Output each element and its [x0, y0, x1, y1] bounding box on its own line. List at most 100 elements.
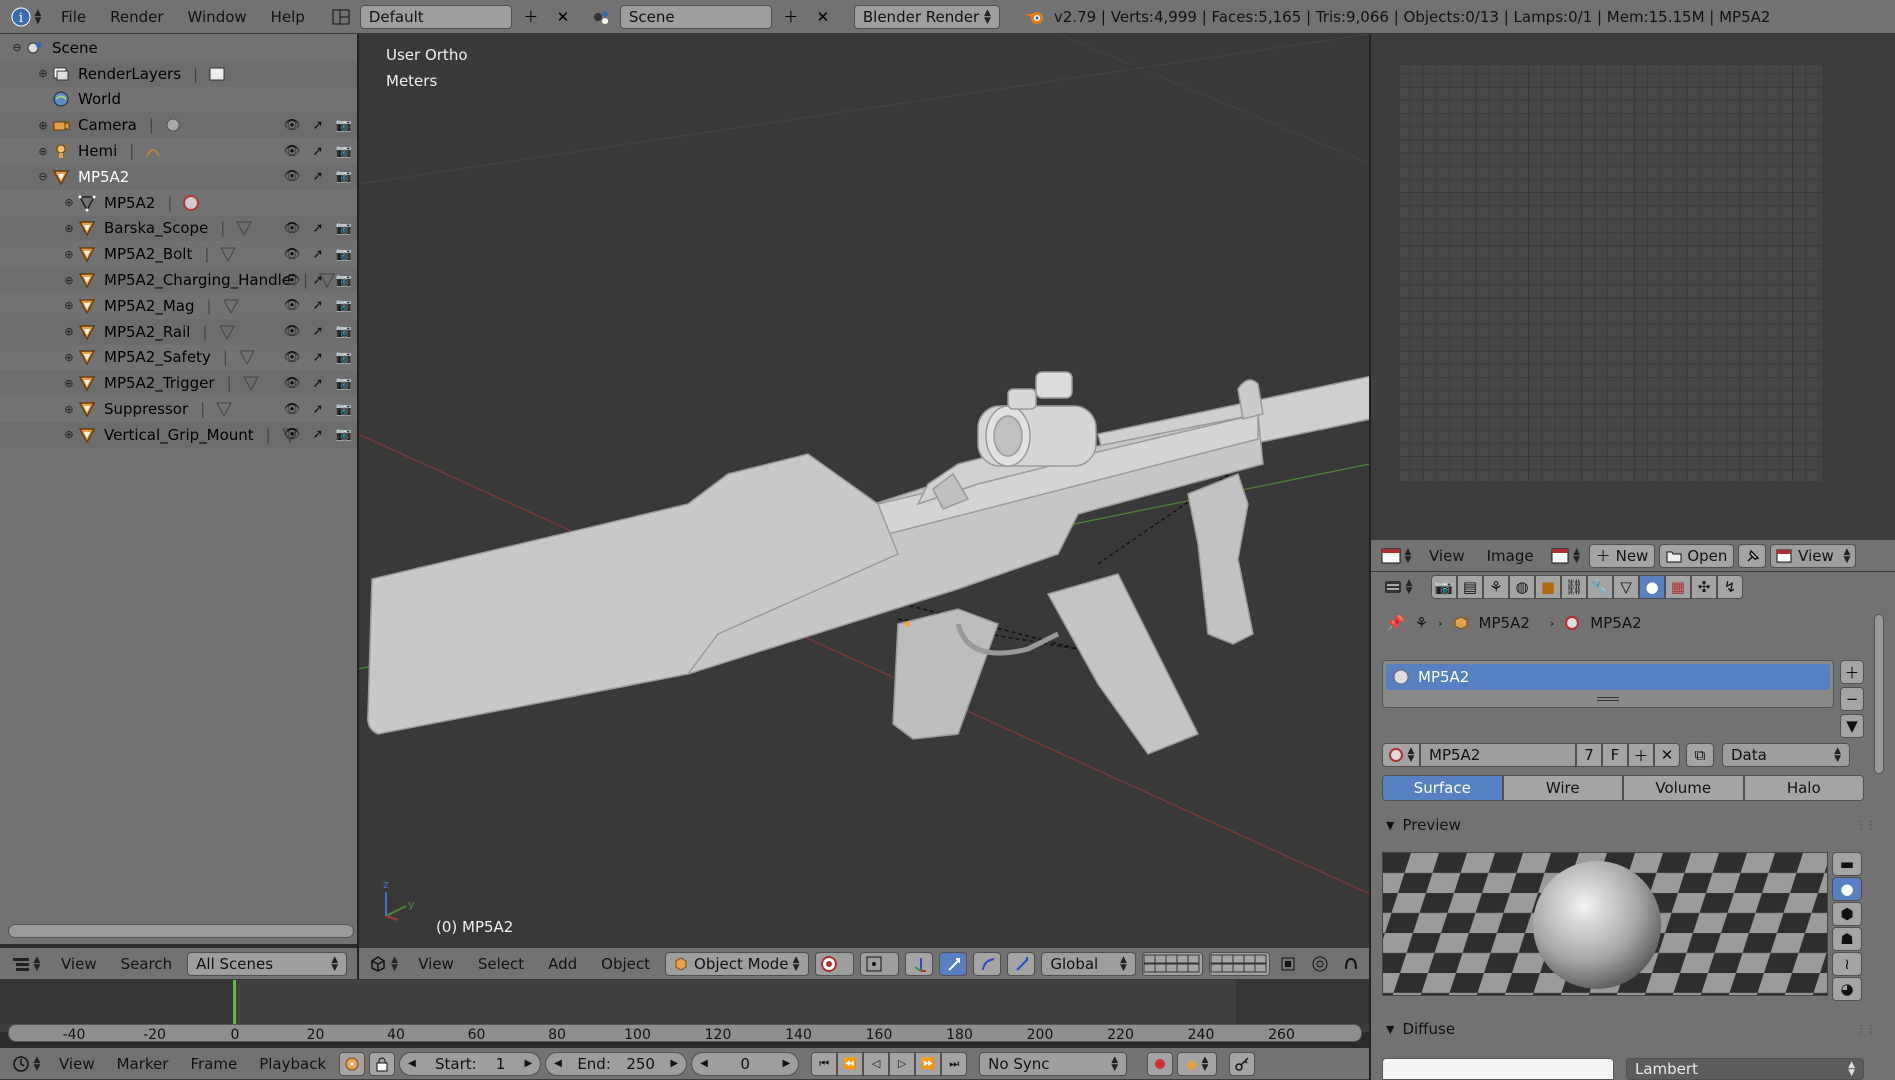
select-cursor-icon[interactable]: ➚	[308, 425, 328, 445]
properties-scrollbar[interactable]	[1874, 614, 1884, 774]
material-tab-icon[interactable]: ●	[1639, 575, 1665, 599]
properties-editor-type-icon[interactable]: ▲ ▼	[1378, 575, 1418, 599]
diffuse-shader-select[interactable]: Lambert ▲ ▼	[1626, 1058, 1864, 1080]
expand-icon[interactable]: ⊕	[34, 145, 52, 158]
render-camera-icon[interactable]: 📷	[334, 218, 354, 238]
object-tab-icon[interactable]: ■	[1535, 575, 1561, 599]
image-menu-view[interactable]: View	[1420, 547, 1474, 565]
image-menu-image[interactable]: Image	[1478, 547, 1543, 565]
decrement-arrow-icon[interactable]: ◀	[700, 1058, 708, 1069]
select-cursor-icon[interactable]: ➚	[308, 296, 328, 316]
preview-flat-icon[interactable]: ▬	[1832, 852, 1862, 876]
viewport-menu-add[interactable]: Add	[539, 955, 586, 973]
expand-icon[interactable]: ⊕	[60, 325, 78, 338]
pivot-point-select[interactable]	[859, 951, 900, 976]
select-cursor-icon[interactable]: ➚	[308, 270, 328, 290]
preview-sky-icon[interactable]: ◕	[1832, 977, 1862, 1001]
preview-cube-icon[interactable]: ⬢	[1832, 902, 1862, 926]
add-screen-icon[interactable]: ＋	[518, 5, 544, 29]
select-cursor-icon[interactable]: ➚	[308, 115, 328, 135]
material-tab-surface[interactable]: Surface	[1382, 775, 1503, 801]
layer-lock-icon[interactable]	[1276, 952, 1302, 976]
viewport-menu-object[interactable]: Object	[592, 955, 659, 973]
select-cursor-icon[interactable]: ➚	[308, 167, 328, 187]
screen-layout-icon[interactable]	[328, 5, 354, 29]
layers-grid-2[interactable]	[1208, 951, 1270, 976]
select-cursor-icon[interactable]: ➚	[308, 218, 328, 238]
image-editor-type-icon[interactable]: ▲ ▼	[1376, 544, 1416, 568]
outliner-row[interactable]: ⊕ RenderLayers |	[0, 60, 358, 87]
outliner-display-mode-select[interactable]: All Scenes ▲ ▼	[187, 951, 348, 976]
visibility-eye-icon[interactable]: 👁	[282, 167, 302, 187]
image-browse-icon[interactable]: ▲ ▼	[1547, 544, 1585, 568]
expand-icon[interactable]: ⊕	[34, 119, 52, 132]
render-layers-tab-icon[interactable]: ▤	[1457, 575, 1483, 599]
add-slot-button[interactable]: ＋	[1840, 660, 1864, 684]
preview-hair-icon[interactable]: ≀	[1832, 952, 1862, 976]
menu-window[interactable]: Window	[179, 8, 256, 26]
timeline-ruler[interactable]: -40 -20 0 20 40 60 80 100 120 140 160 180 200 220 240 2…	[8, 1024, 1362, 1043]
outliner-row[interactable]: ⊕ MP5A2_Trigger | 👁 ➚ 📷	[0, 370, 358, 397]
screen-layout-field[interactable]: Default	[359, 4, 512, 29]
auto-keying-button[interactable]	[1147, 1051, 1174, 1076]
render-camera-icon[interactable]: 📷	[334, 244, 354, 264]
render-tab-icon[interactable]: 📷	[1431, 575, 1457, 599]
physics-tab-icon[interactable]: ↯	[1717, 575, 1743, 599]
outliner-row[interactable]: ⊕ MP5A2_Charging_Handle | 👁 ➚ 📷	[0, 267, 358, 293]
collapse-icon[interactable]: ⊖	[8, 41, 26, 54]
render-camera-icon[interactable]: 📷	[334, 399, 354, 419]
new-image-button[interactable]: ＋ New	[1588, 543, 1656, 568]
visibility-eye-icon[interactable]: 👁	[282, 244, 302, 264]
area-divider[interactable]	[357, 34, 359, 980]
expand-icon[interactable]: ⊕	[60, 222, 78, 235]
outliner-row[interactable]: ⊕ MP5A2_Bolt | 👁 ➚ 📷	[0, 241, 358, 267]
material-slot-list[interactable]: MP5A2	[1382, 660, 1834, 708]
sync-mode-select[interactable]: No Sync ▲ ▼	[979, 1051, 1128, 1076]
outliner-row[interactable]: ⊖ MP5A2 👁 ➚ 📷	[0, 163, 358, 190]
select-cursor-icon[interactable]: ➚	[308, 373, 328, 393]
timeline-menu-frame[interactable]: Frame	[181, 1055, 246, 1073]
expand-icon[interactable]: ⊕	[60, 196, 78, 209]
material-link-select[interactable]: Data ▲ ▼	[1722, 743, 1850, 767]
material-users-button[interactable]: 7	[1576, 743, 1602, 767]
outliner-editor-type-icon[interactable]: ▲ ▼	[6, 952, 46, 976]
browse-node-tree-button[interactable]: ⧉	[1686, 743, 1714, 767]
visibility-eye-icon[interactable]: 👁	[282, 270, 302, 290]
outliner-row[interactable]: ⊕ MP5A2 |	[0, 190, 358, 216]
mp5a2-model[interactable]	[366, 362, 1370, 755]
visibility-eye-icon[interactable]: 👁	[282, 296, 302, 316]
interaction-mode-select[interactable]: Object Mode ▲ ▼	[665, 951, 809, 976]
expand-icon[interactable]: ⊕	[34, 67, 52, 80]
visibility-eye-icon[interactable]: 👁	[282, 425, 302, 445]
material-tab-wire[interactable]: Wire	[1502, 775, 1623, 801]
preview-range-button[interactable]	[339, 1051, 366, 1076]
lock-time-button[interactable]	[369, 1051, 396, 1076]
menu-file[interactable]: File	[52, 8, 95, 26]
keying-set-button[interactable]: ◆ ▲ ▼	[1177, 1051, 1218, 1076]
viewport-menu-view[interactable]: View	[409, 955, 463, 973]
unlink-material-button[interactable]: ✕	[1654, 743, 1680, 767]
select-cursor-icon[interactable]: ➚	[308, 244, 328, 264]
outliner-menu-search[interactable]: Search	[112, 955, 182, 973]
keyframe-type-button[interactable]	[1229, 1051, 1256, 1076]
translate-manipulator-button[interactable]	[939, 951, 968, 976]
image-view-mode-select[interactable]: View ▲ ▼	[1770, 543, 1857, 568]
select-cursor-icon[interactable]: ➚	[308, 399, 328, 419]
panel-drag-handle-icon[interactable]: ⋮⋮	[1856, 1024, 1876, 1035]
visibility-eye-icon[interactable]: 👁	[282, 141, 302, 161]
material-slot-row[interactable]: MP5A2	[1386, 664, 1830, 690]
transform-orientation-select[interactable]: Global ▲ ▼	[1041, 951, 1136, 976]
play-icon[interactable]: ▷	[889, 1051, 916, 1076]
material-tab-halo[interactable]: Halo	[1743, 775, 1864, 801]
preview-monkey-icon[interactable]: ☗	[1832, 927, 1862, 951]
fake-user-button[interactable]: F	[1602, 743, 1628, 767]
menu-render[interactable]: Render	[101, 8, 172, 26]
start-frame-field[interactable]: ◀ Start: 1 ▶	[399, 1051, 542, 1076]
jump-keyframe-back-icon[interactable]: ⏪	[837, 1051, 864, 1076]
outliner-row[interactable]: ⊖ Scene	[0, 35, 358, 61]
proportional-edit-icon[interactable]	[1307, 952, 1333, 976]
breadcrumb-object[interactable]: MP5A2	[1479, 614, 1530, 632]
data-tab-icon[interactable]: ▽	[1613, 575, 1639, 599]
texture-tab-icon[interactable]: ▦	[1665, 575, 1691, 599]
visibility-eye-icon[interactable]: 👁	[282, 373, 302, 393]
